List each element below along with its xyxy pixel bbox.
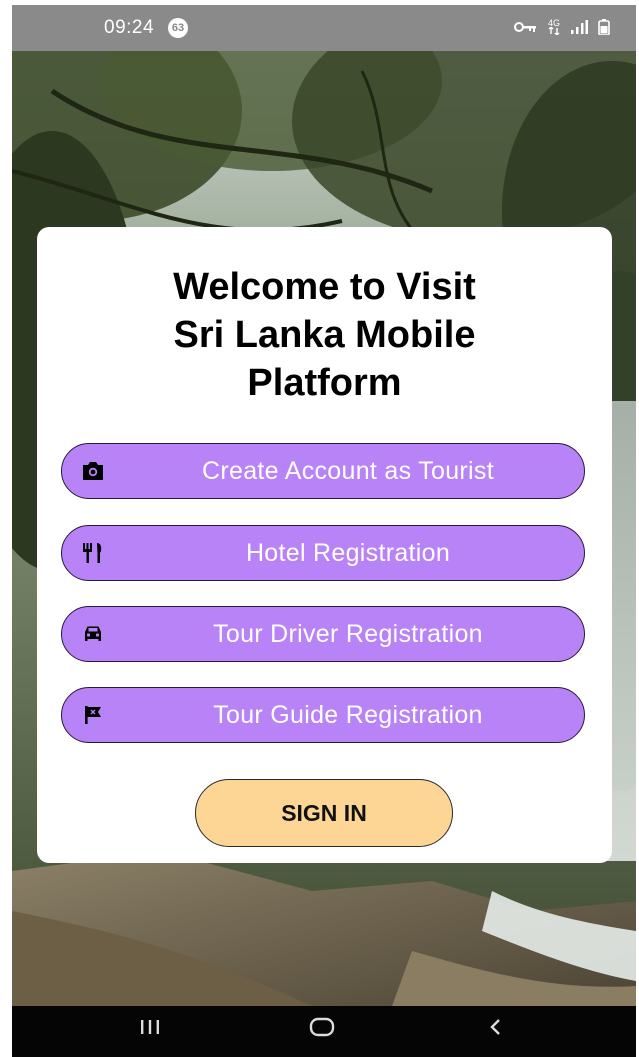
battery-icon xyxy=(598,19,610,35)
restaurant-icon xyxy=(80,541,106,565)
back-icon xyxy=(466,1016,526,1038)
status-icons: 4G xyxy=(513,19,610,35)
home-icon xyxy=(292,1016,352,1038)
notification-badge: 63 xyxy=(168,18,188,38)
hotel-registration-label: Hotel Registration xyxy=(245,539,451,567)
tour-driver-registration-button[interactable]: Tour Driver Registration xyxy=(61,606,585,662)
recent-apps-button[interactable] xyxy=(120,1016,180,1048)
tour-guide-registration-button[interactable]: Tour Guide Registration xyxy=(61,687,585,743)
phone-screen: 09:24 63 4G Welcome to Visit Sri Lanka M… xyxy=(12,5,636,1057)
vpn-key-icon xyxy=(513,20,538,34)
welcome-card: Welcome to Visit Sri Lanka Mobile Platfo… xyxy=(37,227,612,863)
status-time: 09:24 xyxy=(104,17,155,38)
flag-icon xyxy=(80,703,106,727)
status-bar: 09:24 63 4G xyxy=(12,5,636,51)
navigation-bar xyxy=(12,1006,636,1057)
car-icon xyxy=(80,622,106,646)
create-tourist-account-button[interactable]: Create Account as Tourist xyxy=(61,443,585,499)
network-label: 4G xyxy=(547,18,560,28)
signal-icon xyxy=(570,20,588,34)
camera-icon xyxy=(80,459,106,483)
hotel-registration-button[interactable]: Hotel Registration xyxy=(61,525,585,581)
create-tourist-account-label: Create Account as Tourist xyxy=(202,457,494,485)
tour-guide-registration-label: Tour Guide Registration xyxy=(213,701,483,729)
network-4g-icon: 4G xyxy=(548,19,560,35)
recent-apps-icon xyxy=(120,1016,180,1036)
welcome-title: Welcome to Visit Sri Lanka Mobile Platfo… xyxy=(173,266,476,404)
tour-driver-registration-label: Tour Driver Registration xyxy=(213,620,483,648)
back-button[interactable] xyxy=(466,1016,526,1048)
home-button[interactable] xyxy=(292,1016,352,1048)
sign-in-button[interactable]: SIGN IN xyxy=(195,779,453,847)
